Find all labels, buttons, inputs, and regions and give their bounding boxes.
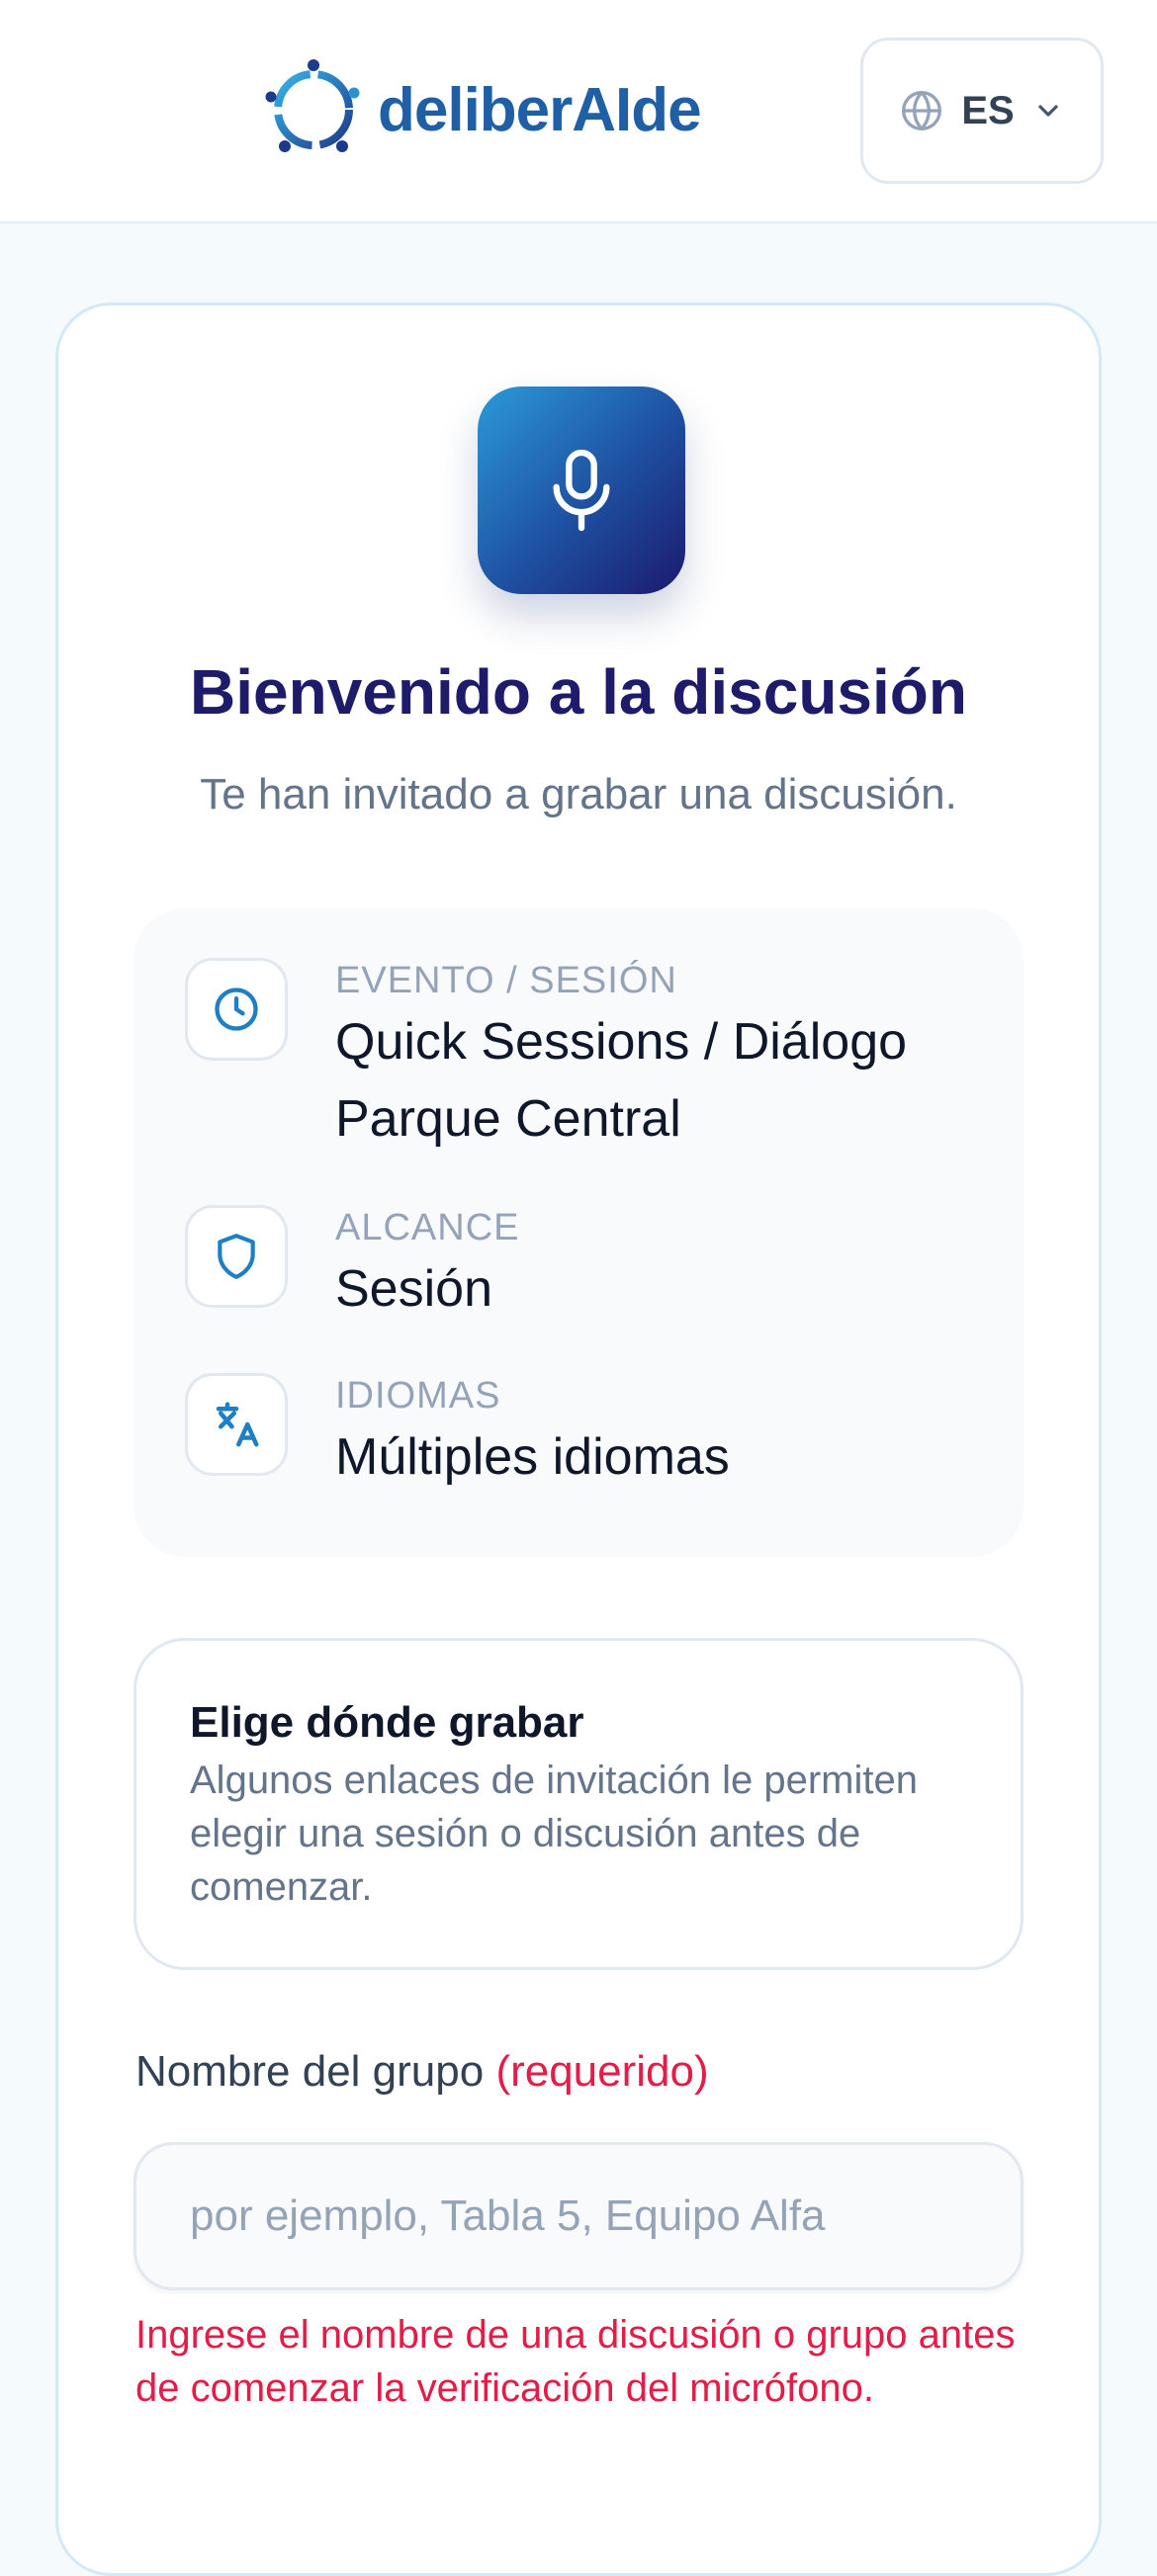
welcome-card: Bienvenido a la discusión Te han invitad… [55, 302, 1102, 2576]
info-row-event: EVENTO / SESIÓN Quick Sessions / Diálogo… [185, 958, 968, 1158]
group-name-label: Nombre del grupo (requerido) [135, 2047, 709, 2097]
info-row-scope: ALCANCE Sesión [185, 1205, 968, 1328]
info-value: Múltiples idiomas [335, 1428, 730, 1486]
session-info-panel: EVENTO / SESIÓN Quick Sessions / Diálogo… [134, 908, 1024, 1557]
choose-location-notice: Elige dónde grabar Algunos enlaces de in… [134, 1638, 1024, 1970]
info-label: ALCANCE [335, 1207, 520, 1248]
page-title: Bienvenido a la discusión [190, 656, 967, 728]
globe-icon [902, 91, 942, 130]
info-label: IDIOMAS [335, 1375, 501, 1417]
info-row-languages: IDIOMAS Múltiples idiomas [185, 1373, 968, 1496]
group-name-input[interactable] [134, 2142, 1024, 2290]
logo-icon [265, 59, 360, 152]
info-label: EVENTO / SESIÓN [335, 960, 677, 1001]
mic-badge [478, 386, 685, 594]
language-selector[interactable]: ES [860, 38, 1104, 184]
page-subtitle: Te han invitado a grabar una discusión. [200, 770, 957, 818]
notice-title: Elige dónde grabar [190, 1698, 584, 1747]
chevron-down-icon [1038, 105, 1058, 117]
notice-description: Algunos enlaces de invitación le permite… [190, 1759, 918, 1909]
translate-icon [185, 1373, 288, 1476]
required-marker: (requerido) [495, 2047, 709, 2096]
language-code: ES [961, 88, 1015, 132]
brand-name: deliberAIde [378, 75, 702, 144]
group-name-error: Ingrese el nombre de una discusión o gru… [135, 2313, 1016, 2410]
info-value: Sesión [335, 1260, 492, 1318]
clock-icon [185, 958, 288, 1061]
field-label-text: Nombre del grupo [135, 2047, 485, 2096]
microphone-icon [553, 449, 610, 532]
brand-logo[interactable]: deliberAIde [259, 55, 702, 164]
shield-icon [185, 1205, 288, 1308]
info-value: Quick Sessions / Diálogo Parque Central [335, 1013, 908, 1148]
app-header: deliberAIde ES [0, 0, 1157, 223]
